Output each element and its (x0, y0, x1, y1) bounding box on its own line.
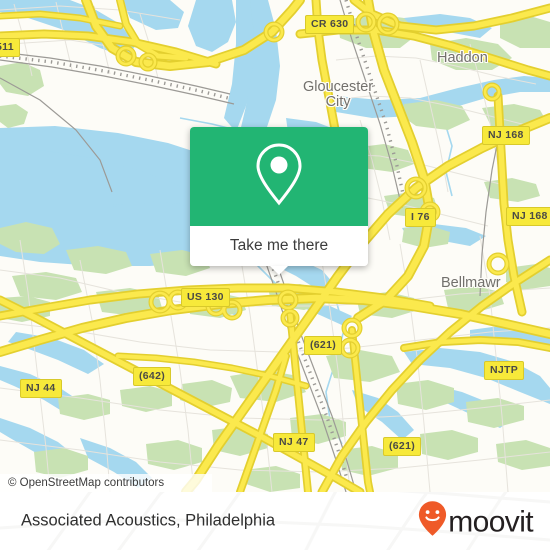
map-canvas[interactable]: Haddon Gloucester City Bellmawr CR 630 5… (0, 0, 550, 492)
place-label-line: Gloucester (303, 79, 374, 95)
popup-header (190, 127, 368, 226)
road-shield-621-south: (621) (383, 437, 422, 456)
place-label-haddon: Haddon (437, 50, 488, 66)
road-shield-642: (642) (133, 367, 172, 386)
road-shield-nj-168-north: NJ 168 (482, 126, 530, 145)
road-shield-511: 511 (0, 38, 20, 57)
take-me-there-button[interactable]: Take me there (230, 237, 328, 255)
moovit-brand[interactable]: moovit (418, 501, 534, 542)
place-label-bellmawr: Bellmawr (441, 275, 501, 291)
road-shield-nj-44: NJ 44 (20, 379, 62, 398)
map-screenshot: Haddon Gloucester City Bellmawr CR 630 5… (0, 0, 550, 550)
location-popup-card[interactable]: Take me there (190, 127, 368, 275)
road-shield-nj-168-south: NJ 168 (506, 207, 550, 226)
location-title: Associated Acoustics, Philadelphia (21, 511, 276, 530)
moovit-smiley-pin-icon (418, 501, 447, 542)
road-shield-621-north: (621) (304, 336, 343, 355)
place-label-line: City (325, 94, 351, 111)
road-shield-us-130: US 130 (181, 288, 230, 307)
road-shield-nj-47: NJ 47 (273, 433, 315, 452)
map-attribution[interactable]: © OpenStreetMap contributors (0, 474, 212, 492)
road-shield-i-76: I 76 (405, 208, 436, 227)
attribution-text: © OpenStreetMap contributors (8, 477, 165, 489)
place-label-gloucester-city: Gloucester City (303, 79, 374, 111)
footer-bar: Associated Acoustics, Philadelphia moovi… (0, 492, 550, 550)
road-shield-cr-630: CR 630 (305, 15, 355, 34)
popup-pointer-tail (270, 266, 288, 275)
road-shield-njtp: NJTP (484, 361, 525, 380)
moovit-wordmark: moovit (448, 505, 533, 538)
map-pin-icon (252, 141, 306, 212)
popup-action-area[interactable]: Take me there (190, 226, 368, 275)
